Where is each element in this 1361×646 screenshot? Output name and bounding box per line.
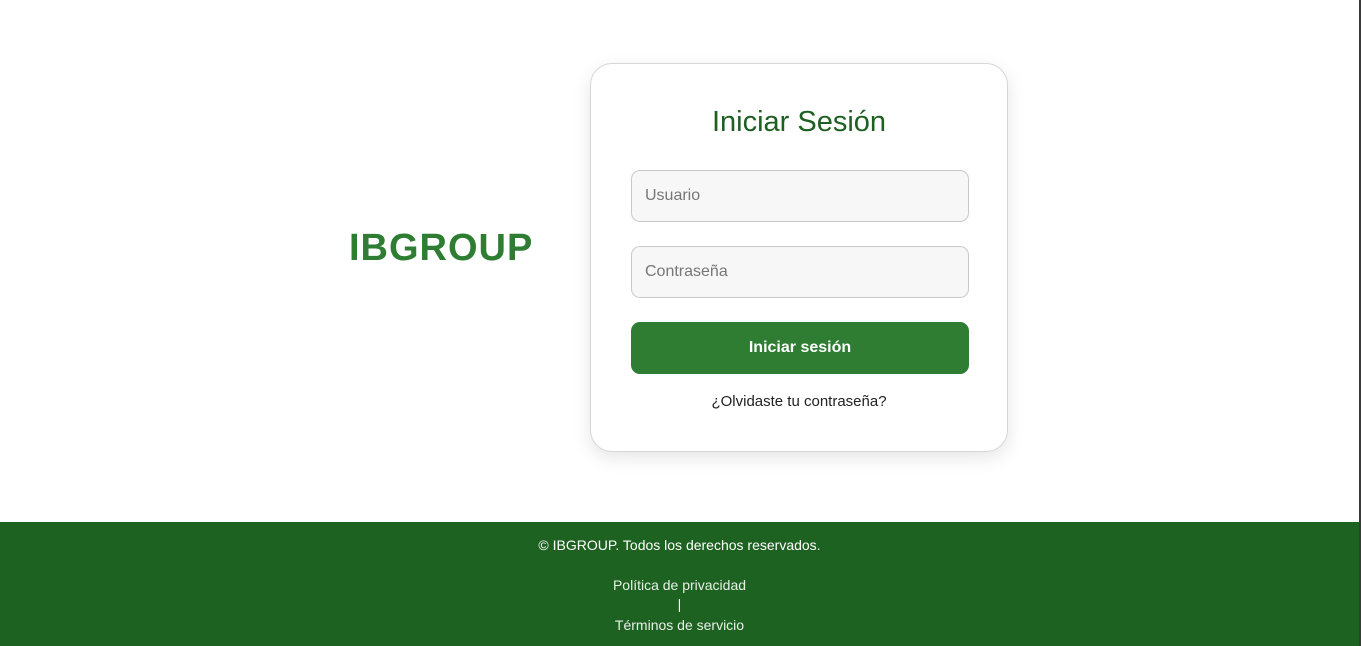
login-button[interactable]: Iniciar sesión (631, 322, 969, 374)
copyright-text: © IBGROUP. Todos los derechos reservados… (538, 537, 821, 553)
username-input[interactable] (631, 170, 969, 222)
privacy-policy-link[interactable]: Política de privacidad (0, 576, 1359, 594)
main-content: IBGROUP Iniciar Sesión Iniciar sesión ¿O… (0, 0, 1361, 522)
footer: © IBGROUP. Todos los derechos reservados… (0, 522, 1361, 646)
forgot-password-link[interactable]: ¿Olvidaste tu contraseña? (591, 392, 1007, 412)
login-card: Iniciar Sesión Iniciar sesión ¿Olvidaste… (590, 63, 1008, 452)
terms-of-service-link[interactable]: Términos de servicio (0, 616, 1359, 634)
brand-logo: IBGROUP (349, 227, 534, 269)
password-input[interactable] (631, 246, 969, 298)
footer-separator: | (677, 596, 682, 612)
login-title: Iniciar Sesión (711, 106, 887, 138)
login-page: IBGROUP Iniciar Sesión Iniciar sesión ¿O… (0, 0, 1361, 646)
